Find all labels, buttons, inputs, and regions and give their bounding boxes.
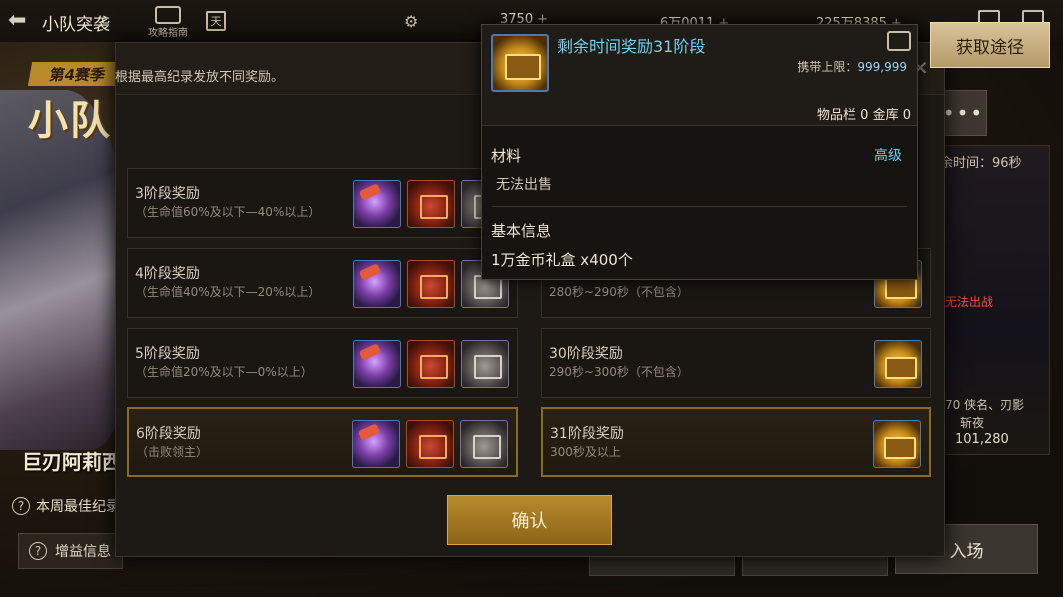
- item-category: 材料: [491, 147, 522, 165]
- reward-condition: 300秒及以上: [550, 445, 621, 459]
- remaining-time: 余时间：96秒: [940, 156, 1022, 171]
- red-box-item-icon[interactable]: [407, 180, 455, 228]
- reward-stage-name: 4阶段奖励: [135, 266, 200, 282]
- tradability: 无法出售: [496, 177, 552, 193]
- grey-box-item-icon[interactable]: [460, 420, 508, 468]
- week-best-record[interactable]: ? 本周最佳纪录: [12, 496, 120, 516]
- calendar-icon[interactable]: 天: [206, 11, 226, 31]
- banner-title: 小队: [28, 98, 112, 144]
- red-box-item-icon[interactable]: [407, 340, 455, 388]
- reward-row[interactable]: 3阶段奖励 （生命值60%及以下—40%以上）: [127, 168, 518, 238]
- carry-limit: 携带上限：999,999: [797, 58, 907, 75]
- help-icon: ?: [29, 542, 47, 560]
- reward-stage-name: 6阶段奖励: [136, 426, 201, 442]
- grey-box-item-icon[interactable]: [461, 340, 509, 388]
- storage-count: 物品栏 0 金库 0: [817, 108, 911, 123]
- reward-stage-name: 30阶段奖励: [549, 346, 623, 362]
- member-power: 101,280: [955, 432, 1009, 447]
- reward-row[interactable]: 4阶段奖励 （生命值40%及以下—20%以上）: [127, 248, 518, 318]
- reward-row[interactable]: 30阶段奖励 290秒~300秒（不包含）: [541, 328, 931, 398]
- reward-condition: （生命值20%及以下—0%以上）: [135, 365, 313, 379]
- week-best-label: 本周最佳纪录: [36, 499, 120, 515]
- acquire-route-button[interactable]: 获取途径: [930, 22, 1050, 68]
- buff-info-label: 增益信息: [55, 544, 111, 560]
- basic-info-heading: 基本信息: [491, 222, 552, 240]
- cannot-attack-label: 无法出战: [945, 295, 994, 309]
- divider: [492, 206, 907, 207]
- gold-chest-item-icon[interactable]: [874, 340, 922, 388]
- page-title: 小队突袭: [42, 15, 110, 35]
- member-level-name: 70 侠名、刃影: [945, 398, 1025, 412]
- item-description: 1万金币礼盒 x400个: [491, 251, 633, 269]
- guide-button[interactable]: 攻略指南: [140, 6, 196, 39]
- help-icon: ?: [12, 497, 30, 515]
- gear-icon[interactable]: ⚙: [404, 12, 418, 31]
- member-class: 斩夜: [960, 416, 985, 430]
- back-arrow-icon[interactable]: ⬅: [8, 8, 34, 34]
- buff-info-button[interactable]: ? 增益信息: [18, 533, 123, 569]
- orb-item-icon[interactable]: [353, 340, 401, 388]
- tooltip-item-name: 剩余时间奖励31阶段: [557, 37, 706, 56]
- reward-condition: （生命值40%及以下—20%以上）: [135, 285, 321, 299]
- confirm-button[interactable]: 确认: [447, 495, 612, 545]
- guide-label: 攻略指南: [148, 28, 188, 39]
- gold-chest-item-icon[interactable]: [873, 420, 921, 468]
- reward-condition: （击败领主）: [136, 445, 209, 459]
- reward-row[interactable]: 6阶段奖励 （击败领主）: [127, 407, 518, 477]
- reward-stage-name: 5阶段奖励: [135, 346, 200, 362]
- reward-condition: 290秒~300秒（不包含）: [549, 365, 689, 379]
- reward-condition: （生命值60%及以下—40%以上）: [135, 205, 321, 219]
- gold-chest-item-icon: [491, 34, 549, 92]
- reward-row[interactable]: 5阶段奖励 （生命值20%及以下—0%以上）: [127, 328, 518, 398]
- dialog-subtitle: 根据最高纪录发放不同奖励。: [115, 70, 285, 85]
- character-name: 巨刃阿莉西: [22, 450, 122, 474]
- red-box-item-icon[interactable]: [406, 420, 454, 468]
- orb-item-icon[interactable]: [352, 420, 400, 468]
- book-icon: [155, 6, 181, 24]
- item-tooltip: 剩余时间奖励31阶段 携带上限：999,999 物品栏 0 金库 0 材料 高级…: [481, 24, 918, 280]
- red-box-item-icon[interactable]: [407, 260, 455, 308]
- orb-item-icon[interactable]: [353, 180, 401, 228]
- carry-limit-value: 999,999: [857, 60, 907, 74]
- carry-limit-label: 携带上限：: [797, 60, 858, 74]
- more-button[interactable]: •••: [940, 90, 987, 136]
- item-grade: 高级: [874, 148, 902, 164]
- divider: [482, 125, 917, 126]
- reward-stage-name: 3阶段奖励: [135, 186, 200, 202]
- share-icon[interactable]: [887, 31, 911, 51]
- reward-row[interactable]: 31阶段奖励 300秒及以上: [541, 407, 931, 477]
- reward-stage-name: 31阶段奖励: [550, 426, 624, 442]
- orb-item-icon[interactable]: [353, 260, 401, 308]
- season-badge: 第4赛季: [27, 62, 128, 86]
- reward-condition: 280秒~290秒（不包含）: [549, 285, 689, 299]
